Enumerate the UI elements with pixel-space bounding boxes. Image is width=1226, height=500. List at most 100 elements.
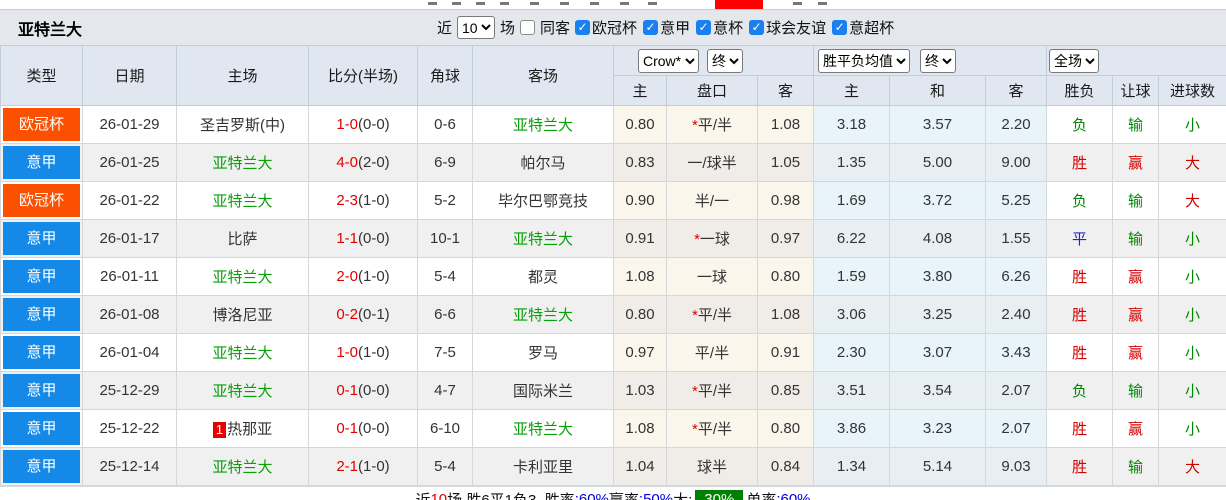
half-score: (1-0)	[358, 344, 390, 361]
avg-home-cell: 2.30	[813, 333, 891, 372]
score-cell: 0-1(0-0)	[308, 371, 418, 410]
summary-segment: 场,胜6平1负3, 胜率	[447, 491, 575, 500]
match-table: 类型 日期 主场 比分(半场) 角球 客场 Crow* 终 胜平负均值 终 全场	[0, 45, 1226, 486]
league-badge: 意甲	[3, 260, 80, 293]
handicap-result-cell: 输	[1112, 105, 1160, 144]
avg-away-cell: 2.20	[985, 105, 1048, 144]
result-cell: 负	[1046, 105, 1114, 144]
odds-company-select[interactable]: Crow*	[638, 48, 699, 73]
odds-home-cell: 0.90	[613, 181, 667, 220]
league-cell: 意甲	[0, 257, 83, 296]
clipped-text-fragment	[476, 2, 485, 5]
scope-select-group: 全场	[1046, 45, 1226, 76]
table-row: 意甲 26-01-11 亚特兰大 2-0(1-0) 5-4 都灵 1.08 一球 0.80 1.5…	[0, 257, 1226, 296]
home-team-name: 圣吉罗斯(中)	[200, 117, 285, 134]
clipped-text-fragment	[620, 2, 629, 5]
league-cell: 欧冠杯	[0, 181, 83, 220]
half-score: (0-0)	[358, 382, 390, 399]
filter-controls: 近 10 场 同客 ✓ 欧冠杯 ✓ 意甲 ✓ 意杯 ✓ 球会友谊 ✓ 意超杯	[437, 16, 898, 39]
clipped-text-fragment	[452, 2, 461, 5]
same-away-checkbox[interactable]	[520, 20, 536, 35]
league-filter-label: 意甲	[660, 20, 691, 37]
odds-home-cell: 0.80	[613, 295, 667, 334]
handicap-cell: *平/半	[666, 371, 758, 410]
league-filter-label: 欧冠杯	[592, 20, 638, 37]
league-filter-checkbox[interactable]: ✓	[832, 20, 848, 35]
avg-away-cell: 2.07	[985, 409, 1048, 448]
score-cell: 2-0(1-0)	[308, 257, 418, 296]
league-filter-checkbox[interactable]: ✓	[575, 20, 591, 35]
league-filter-item: ✓ 意甲	[643, 17, 690, 38]
subcol-goals: 进球数	[1158, 75, 1226, 106]
handicap-star: *	[691, 383, 698, 400]
match-count-select[interactable]: 10	[457, 16, 496, 39]
league-cell: 意甲	[0, 333, 83, 372]
table-row: 意甲 25-12-22 1 热那亚 0-1(0-0) 6-10 亚特兰大 1.08 *平/半 0.…	[0, 409, 1226, 448]
avg-type-select[interactable]: 胜平负均值	[818, 48, 911, 73]
scope-select[interactable]: 全场	[1049, 48, 1100, 73]
home-team-name: 亚特兰大	[212, 269, 273, 286]
league-badge: 意甲	[3, 336, 80, 369]
red-button-fragment[interactable]	[715, 0, 763, 9]
table-row: 意甲 26-01-17 比萨 1-1(0-0) 10-1 亚特兰大 0.91 *一球 0.97 6…	[0, 219, 1226, 258]
odds-home-cell: 0.97	[613, 333, 667, 372]
away-team-name: 亚特兰大	[512, 117, 573, 134]
avg-select-group: 胜平负均值 终	[813, 45, 1048, 76]
league-cell: 意甲	[0, 295, 83, 334]
handicap-result-cell: 输	[1112, 181, 1160, 220]
col-header-home: 主场	[176, 45, 309, 106]
result-cell: 负	[1046, 181, 1114, 220]
away-team-cell: 毕尔巴鄂竞技	[472, 181, 614, 220]
clipped-text-fragment	[793, 2, 802, 5]
col-header-away: 客场	[472, 45, 614, 106]
goals-cell: 小	[1158, 257, 1226, 296]
result-cell: 胜	[1046, 143, 1114, 182]
matches-label: 场	[500, 20, 516, 37]
odds-home-cell: 0.91	[613, 219, 667, 258]
away-team-name: 卡利亚里	[512, 459, 573, 476]
avg-home-cell: 3.06	[813, 295, 891, 334]
date-cell: 26-01-08	[82, 295, 177, 334]
away-team-name: 毕尔巴鄂竞技	[497, 193, 588, 210]
match-table-body: 欧冠杯 26-01-29 圣吉罗斯(中) 1-0(0-0) 0-6 亚特兰大 0.80 *平/…	[0, 105, 1226, 486]
result-cell: 胜	[1046, 333, 1114, 372]
subcol-odds-home: 主	[613, 75, 667, 106]
odds-time-select[interactable]: 终	[707, 48, 743, 73]
avg-away-cell: 2.40	[985, 295, 1048, 334]
handicap-star: *	[691, 117, 698, 134]
away-team-cell: 亚特兰大	[472, 105, 614, 144]
avg-draw-cell: 3.72	[889, 181, 987, 220]
home-team-name: 亚特兰大	[212, 345, 273, 362]
goals-cell: 小	[1158, 333, 1226, 372]
league-filter-item: ✓ 意超杯	[832, 17, 894, 38]
summary-segment: :60%	[574, 490, 609, 500]
table-row: 欧冠杯 26-01-29 圣吉罗斯(中) 1-0(0-0) 0-6 亚特兰大 0.80 *平/…	[0, 105, 1226, 144]
league-filter-label: 意超杯	[849, 20, 895, 37]
away-team-cell: 都灵	[472, 257, 614, 296]
home-team-cell: 博洛尼亚	[176, 295, 309, 334]
avg-away-cell: 9.00	[985, 143, 1048, 182]
subcol-odds-away: 客	[756, 75, 815, 106]
result-cell: 胜	[1046, 409, 1114, 448]
away-team-cell: 卡利亚里	[472, 447, 614, 486]
result-cell: 胜	[1046, 257, 1114, 296]
half-score: (1-0)	[358, 268, 390, 285]
league-badge: 意甲	[3, 412, 80, 445]
clipped-text-fragment	[560, 2, 569, 5]
league-filter-item: ✓ 意杯	[696, 17, 743, 38]
odds-away-cell: 0.97	[756, 219, 815, 258]
full-score: 4-0	[336, 154, 358, 171]
league-filter-checkbox[interactable]: ✓	[696, 20, 712, 35]
date-cell: 26-01-22	[82, 181, 177, 220]
league-filter-checkbox[interactable]: ✓	[643, 20, 659, 35]
away-team-cell: 亚特兰大	[472, 409, 614, 448]
table-row: 欧冠杯 26-01-22 亚特兰大 2-3(1-0) 5-2 毕尔巴鄂竞技 0.90 半/一 0…	[0, 181, 1226, 220]
league-cell: 意甲	[0, 219, 83, 258]
home-team-name: 热那亚	[227, 421, 273, 438]
league-badge: 欧冠杯	[3, 108, 80, 141]
avg-time-select[interactable]: 终	[920, 48, 957, 73]
subcol-handicap: 盘口	[666, 75, 758, 106]
home-team-cell: 圣吉罗斯(中)	[176, 105, 309, 144]
league-filter-checkbox[interactable]: ✓	[749, 20, 765, 35]
league-filter-list: ✓ 欧冠杯 ✓ 意甲 ✓ 意杯 ✓ 球会友谊 ✓ 意超杯	[575, 17, 898, 38]
